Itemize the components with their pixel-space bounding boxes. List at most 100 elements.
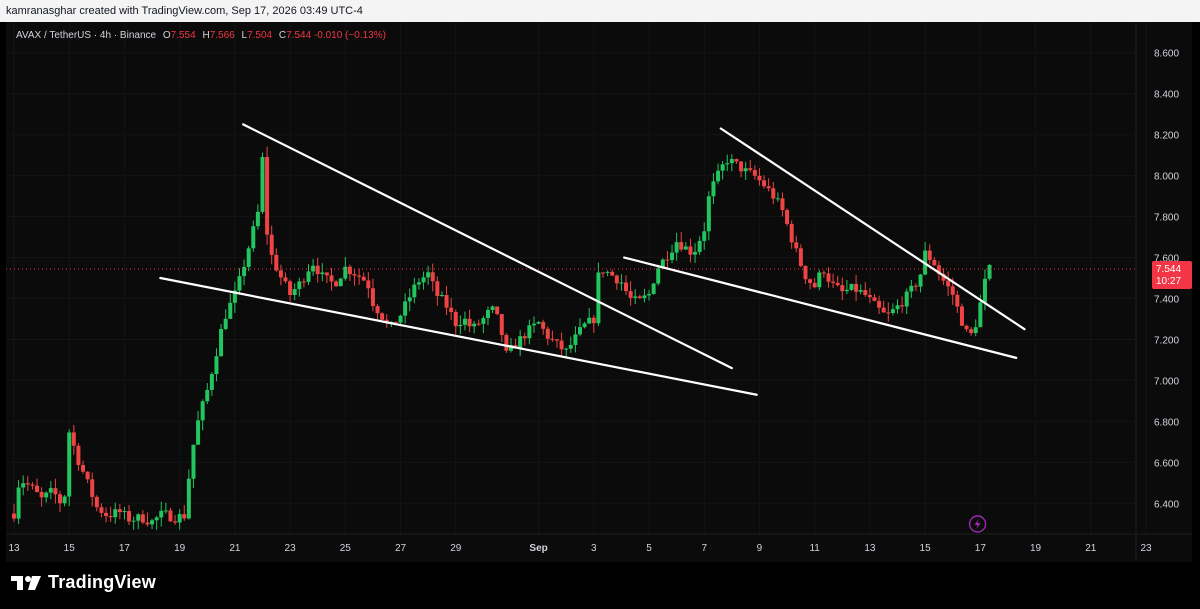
candle-body xyxy=(205,390,210,402)
candle-body xyxy=(624,282,629,292)
candle xyxy=(472,320,477,334)
candle xyxy=(904,288,909,315)
time-axis-label: 17 xyxy=(119,543,131,554)
candle-body xyxy=(582,323,587,328)
candle-body xyxy=(578,327,582,335)
candle xyxy=(53,478,58,504)
candle xyxy=(297,277,302,297)
low-value: 7.504 xyxy=(247,30,273,41)
price-axis-label: 8.400 xyxy=(1154,90,1179,101)
candle xyxy=(499,313,504,343)
candle-body xyxy=(237,276,242,291)
candle-body xyxy=(587,317,592,324)
candle xyxy=(444,285,449,315)
candle xyxy=(393,321,398,323)
candle xyxy=(140,510,145,525)
candle-body xyxy=(831,281,836,283)
price-chart[interactable]: 6.4006.6006.8007.0007.2007.4007.6007.800… xyxy=(6,22,1192,562)
candle-body xyxy=(688,246,693,255)
candle xyxy=(269,225,274,265)
candle-body xyxy=(265,156,270,235)
candle xyxy=(278,264,283,286)
candle xyxy=(665,251,670,269)
candle xyxy=(416,278,421,290)
candle-body xyxy=(58,494,63,504)
candle xyxy=(762,175,767,189)
price-axis-label: 7.400 xyxy=(1154,294,1179,305)
candle xyxy=(458,315,463,335)
candle-body xyxy=(969,329,974,334)
candle-body xyxy=(449,307,454,312)
candle-body xyxy=(743,168,748,172)
time-axis-label: 5 xyxy=(646,543,652,554)
candle-body xyxy=(71,432,76,446)
candle-body xyxy=(614,275,619,284)
candle-body xyxy=(177,514,182,523)
candle-body xyxy=(223,318,228,329)
candle-body xyxy=(693,251,698,255)
open-value: 7.554 xyxy=(170,30,196,41)
tradingview-logo[interactable]: TradingView xyxy=(10,572,156,593)
trendline-pattern-1-upper[interactable] xyxy=(242,123,733,370)
candle-body xyxy=(619,282,624,284)
candle xyxy=(923,241,928,276)
candle xyxy=(495,306,500,316)
candle xyxy=(656,264,661,286)
candle-body xyxy=(775,198,780,200)
candle xyxy=(214,348,219,382)
candle-body xyxy=(854,283,859,292)
candle-body xyxy=(439,294,444,297)
candle xyxy=(559,332,564,357)
candle xyxy=(104,507,109,523)
candle xyxy=(251,220,256,252)
candle-body xyxy=(12,513,16,519)
candle xyxy=(596,262,601,327)
candle xyxy=(697,236,702,256)
candle-body xyxy=(964,325,969,330)
price-axis-label: 8.000 xyxy=(1154,172,1179,183)
candle-body xyxy=(159,510,164,518)
candle-body xyxy=(140,514,145,523)
price-axis-label: 7.200 xyxy=(1154,335,1179,346)
candle-body xyxy=(104,512,109,516)
candle-body xyxy=(435,281,440,297)
candle xyxy=(412,277,417,304)
candle xyxy=(527,319,532,345)
candle xyxy=(35,478,40,493)
candle xyxy=(554,338,559,348)
candle-body xyxy=(973,327,978,334)
candle-body xyxy=(53,488,58,495)
candle xyxy=(587,307,592,325)
candle-body xyxy=(647,293,652,296)
time-axis-label: 23 xyxy=(1140,543,1152,554)
candle xyxy=(840,277,845,301)
candle xyxy=(752,165,757,180)
candle xyxy=(711,173,716,205)
candle-body xyxy=(633,296,638,298)
candle-body xyxy=(370,288,375,307)
candle-body xyxy=(163,510,168,512)
lightning-glyph xyxy=(974,519,981,529)
candle-body xyxy=(522,336,527,339)
candle xyxy=(674,232,679,261)
candle xyxy=(301,278,306,288)
candle xyxy=(628,281,633,306)
candle-body xyxy=(472,323,477,327)
candle-body xyxy=(978,302,983,328)
candle-body xyxy=(85,471,90,480)
candle-body xyxy=(458,324,463,327)
time-axis-label: 13 xyxy=(8,543,20,554)
candle-body xyxy=(131,520,136,522)
candle xyxy=(844,279,849,295)
candle xyxy=(918,274,923,293)
candle xyxy=(219,323,224,357)
candle-body xyxy=(803,265,808,280)
candle-body xyxy=(168,510,173,522)
candle-body xyxy=(748,168,753,171)
candle-body xyxy=(453,311,458,327)
candle-body xyxy=(269,234,274,255)
candle xyxy=(12,504,16,522)
candle-body xyxy=(711,181,716,197)
price-axis-label: 6.800 xyxy=(1154,417,1179,428)
price-axis-label: 8.200 xyxy=(1154,131,1179,142)
